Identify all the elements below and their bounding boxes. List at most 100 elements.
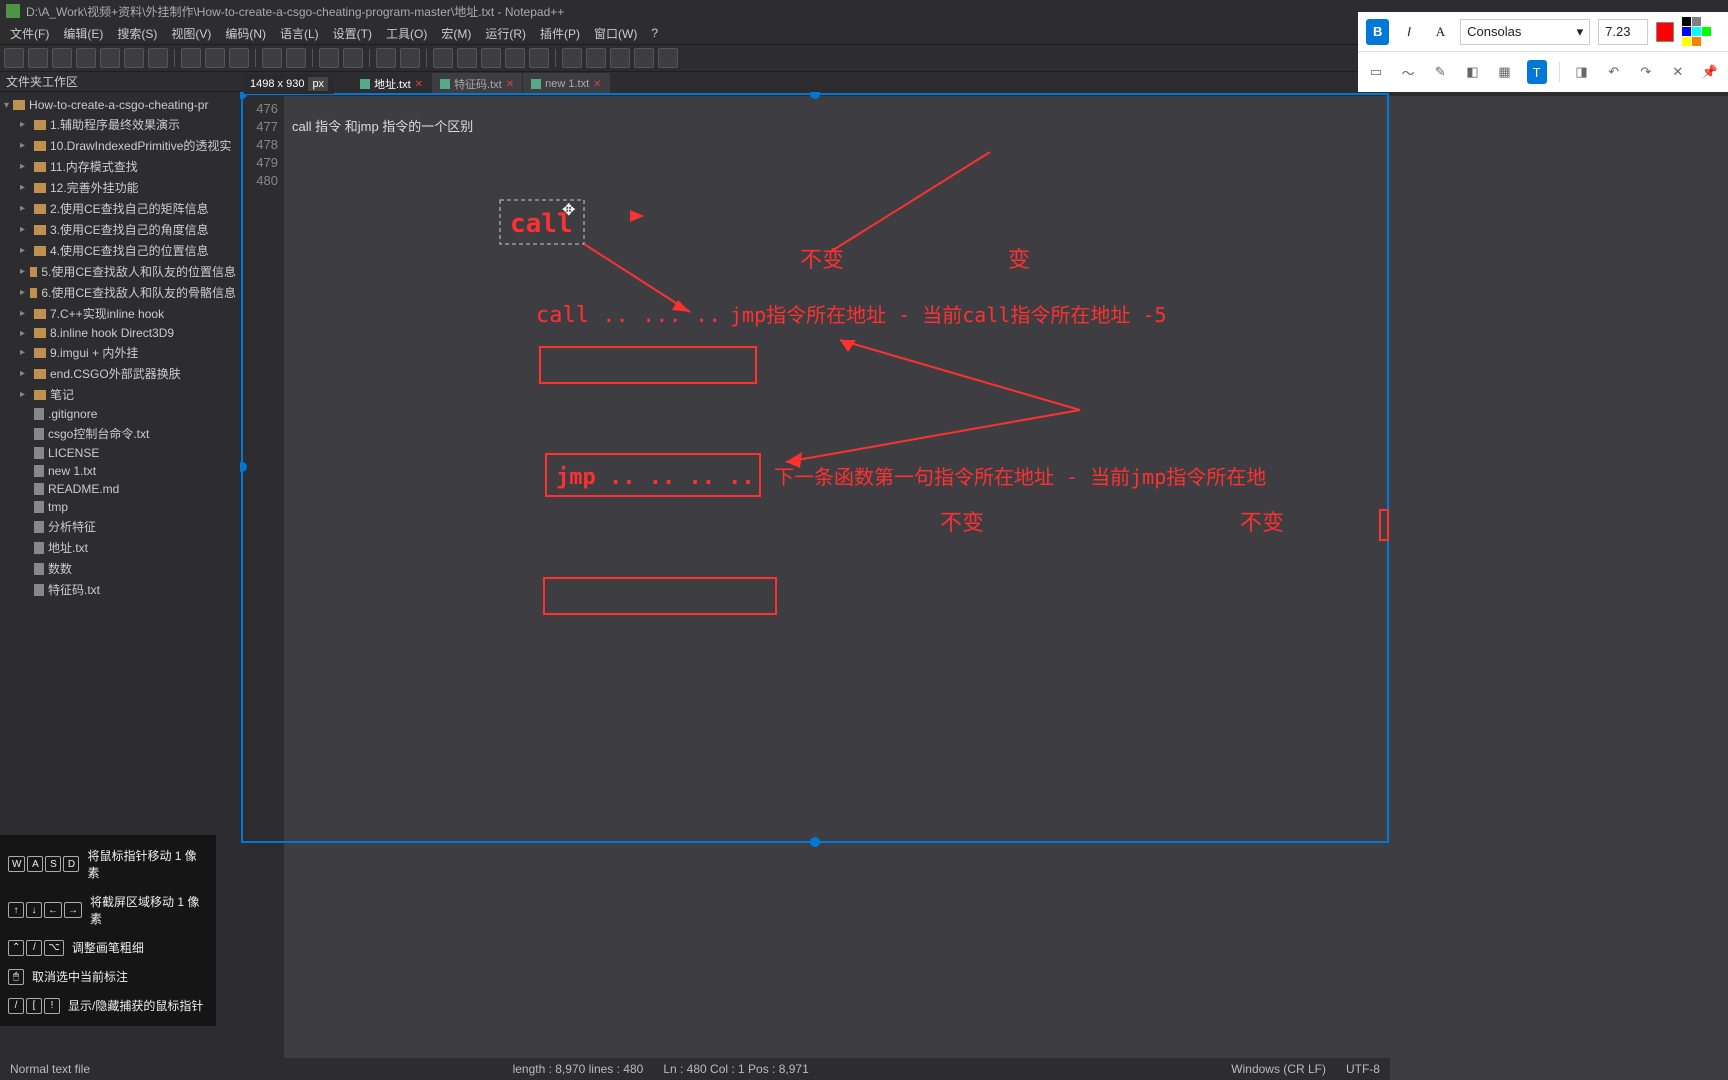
color-current[interactable] xyxy=(1656,22,1674,42)
tree-folder[interactable]: 3.使用CE查找自己的角度信息 xyxy=(4,219,236,240)
font-size-input[interactable]: 7.23 xyxy=(1598,19,1648,45)
menu-tools[interactable]: 工具(O) xyxy=(380,23,433,44)
tree-file[interactable]: 地址.txt xyxy=(4,537,236,558)
code-editor[interactable]: call 指令 和jmp 指令的一个区别 xyxy=(284,96,1728,1058)
tree-file[interactable]: 特征码.txt xyxy=(4,579,236,600)
toolbar-paste[interactable] xyxy=(229,48,249,68)
toolbar-zoomin[interactable] xyxy=(376,48,396,68)
toolbar-docmap[interactable] xyxy=(529,48,549,68)
menu-view[interactable]: 视图(V) xyxy=(165,23,217,44)
tree-file[interactable]: README.md xyxy=(4,480,236,498)
toolbar-save[interactable] xyxy=(52,48,72,68)
color-swatch[interactable] xyxy=(1682,27,1691,36)
toolbar-cut[interactable] xyxy=(181,48,201,68)
toolbar-stop[interactable] xyxy=(610,48,630,68)
workspace-title: 文件夹工作区 xyxy=(6,73,78,90)
color-swatch[interactable] xyxy=(1682,17,1691,26)
toolbar-zoomout[interactable] xyxy=(400,48,420,68)
tree-file[interactable]: 数数 xyxy=(4,558,236,579)
color-swatches xyxy=(1682,17,1720,46)
tree-file[interactable]: 分析特征 xyxy=(4,516,236,537)
tab-signature[interactable]: 特征码.txt ✕ xyxy=(432,73,523,95)
toolbar-invisible[interactable] xyxy=(457,48,477,68)
toolbar-new[interactable] xyxy=(4,48,24,68)
toolbar-replace[interactable] xyxy=(343,48,363,68)
tree-file[interactable]: LICENSE xyxy=(4,444,236,462)
close-icon[interactable]: ✕ xyxy=(506,79,514,90)
hint-row: 🖱取消选中当前标注 xyxy=(6,962,210,991)
tree-root[interactable]: How-to-create-a-csgo-cheating-pr xyxy=(4,96,236,114)
tree-file[interactable]: .gitignore xyxy=(4,405,236,423)
blur-tool[interactable]: ▦ xyxy=(1494,60,1514,84)
color-swatch[interactable] xyxy=(1692,27,1701,36)
text-tool[interactable]: T xyxy=(1527,60,1547,84)
pin-button[interactable]: 📌 xyxy=(1700,60,1720,84)
toolbar-play[interactable] xyxy=(586,48,606,68)
tree-folder[interactable]: 9.imgui + 内外挂 xyxy=(4,342,236,363)
menu-settings[interactable]: 设置(T) xyxy=(327,23,378,44)
tree-folder[interactable]: 10.DrawIndexedPrimitive的透视实 xyxy=(4,135,236,156)
toolbar-close[interactable] xyxy=(100,48,120,68)
color-swatch[interactable] xyxy=(1692,37,1701,46)
tree-file[interactable]: tmp xyxy=(4,498,236,516)
cancel-button[interactable]: ✕ xyxy=(1668,60,1688,84)
eraser-tool[interactable]: ◨ xyxy=(1572,60,1592,84)
color-swatch[interactable] xyxy=(1692,17,1701,26)
tab-address[interactable]: 地址.txt ✕ xyxy=(352,73,432,95)
undo-button[interactable]: ↶ xyxy=(1604,60,1624,84)
menu-encoding[interactable]: 编码(N) xyxy=(219,23,272,44)
color-swatch[interactable] xyxy=(1702,17,1711,26)
tree-folder[interactable]: 1.辅助程序最终效果演示 xyxy=(4,114,236,135)
menu-search[interactable]: 搜索(S) xyxy=(111,23,163,44)
menu-window[interactable]: 窗口(W) xyxy=(588,23,643,44)
close-icon[interactable]: ✕ xyxy=(415,79,423,90)
tree-file[interactable]: csgo控制台命令.txt xyxy=(4,423,236,444)
line-tool[interactable]: 〜 xyxy=(1398,60,1418,84)
menu-run[interactable]: 运行(R) xyxy=(479,23,532,44)
menu-language[interactable]: 语言(L) xyxy=(274,23,325,44)
toolbar-saveall[interactable] xyxy=(76,48,96,68)
tree-folder[interactable]: 7.C++实现inline hook xyxy=(4,303,236,324)
menu-edit[interactable]: 编辑(E) xyxy=(57,23,109,44)
bold-button[interactable]: B xyxy=(1366,19,1389,45)
highlighter-tool[interactable]: ◧ xyxy=(1462,60,1482,84)
italic-button[interactable]: I xyxy=(1397,19,1420,45)
tree-folder[interactable]: 12.完善外挂功能 xyxy=(4,177,236,198)
toolbar-funclist[interactable] xyxy=(505,48,525,68)
pencil-tool[interactable]: ✎ xyxy=(1430,60,1450,84)
rectangle-tool[interactable]: ▭ xyxy=(1366,60,1386,84)
toolbar-copy[interactable] xyxy=(205,48,225,68)
menu-macro[interactable]: 宏(M) xyxy=(435,23,477,44)
close-icon[interactable]: ✕ xyxy=(593,79,601,90)
tree-folder[interactable]: 笔记 xyxy=(4,384,236,405)
tab-new1[interactable]: new 1.txt ✕ xyxy=(523,73,610,95)
toolbar-redo[interactable] xyxy=(286,48,306,68)
color-swatch[interactable] xyxy=(1682,37,1691,46)
toolbar-savemacro[interactable] xyxy=(658,48,678,68)
toolbar-closeall[interactable] xyxy=(124,48,144,68)
tree-folder[interactable]: 4.使用CE查找自己的位置信息 xyxy=(4,240,236,261)
tree-folder[interactable]: 6.使用CE查找敌人和队友的骨骼信息 xyxy=(4,282,236,303)
tree-folder[interactable]: 8.inline hook Direct3D9 xyxy=(4,324,236,342)
tree-file[interactable]: new 1.txt xyxy=(4,462,236,480)
toolbar-undo[interactable] xyxy=(262,48,282,68)
font-icon[interactable]: A xyxy=(1429,19,1452,45)
color-swatch[interactable] xyxy=(1702,27,1711,36)
toolbar-print[interactable] xyxy=(148,48,168,68)
tree-folder[interactable]: 11.内存模式查找 xyxy=(4,156,236,177)
toolbar-indent[interactable] xyxy=(481,48,501,68)
menu-plugins[interactable]: 插件(P) xyxy=(534,23,586,44)
tree-folder[interactable]: 5.使用CE查找敌人和队友的位置信息 xyxy=(4,261,236,282)
tree-folder[interactable]: 2.使用CE查找自己的矩阵信息 xyxy=(4,198,236,219)
toolbar-open[interactable] xyxy=(28,48,48,68)
menu-file[interactable]: 文件(F) xyxy=(4,23,55,44)
redo-button[interactable]: ↷ xyxy=(1636,60,1656,84)
toolbar-find[interactable] xyxy=(319,48,339,68)
menu-help[interactable]: ? xyxy=(645,24,664,42)
toolbar-wrap[interactable] xyxy=(433,48,453,68)
font-family-select[interactable]: Consolas ▾ xyxy=(1460,19,1590,45)
tree-folder[interactable]: end.CSGO外部武器换肤 xyxy=(4,363,236,384)
tree-item-label: 11.内存模式查找 xyxy=(50,158,138,175)
toolbar-playback[interactable] xyxy=(634,48,654,68)
toolbar-record[interactable] xyxy=(562,48,582,68)
